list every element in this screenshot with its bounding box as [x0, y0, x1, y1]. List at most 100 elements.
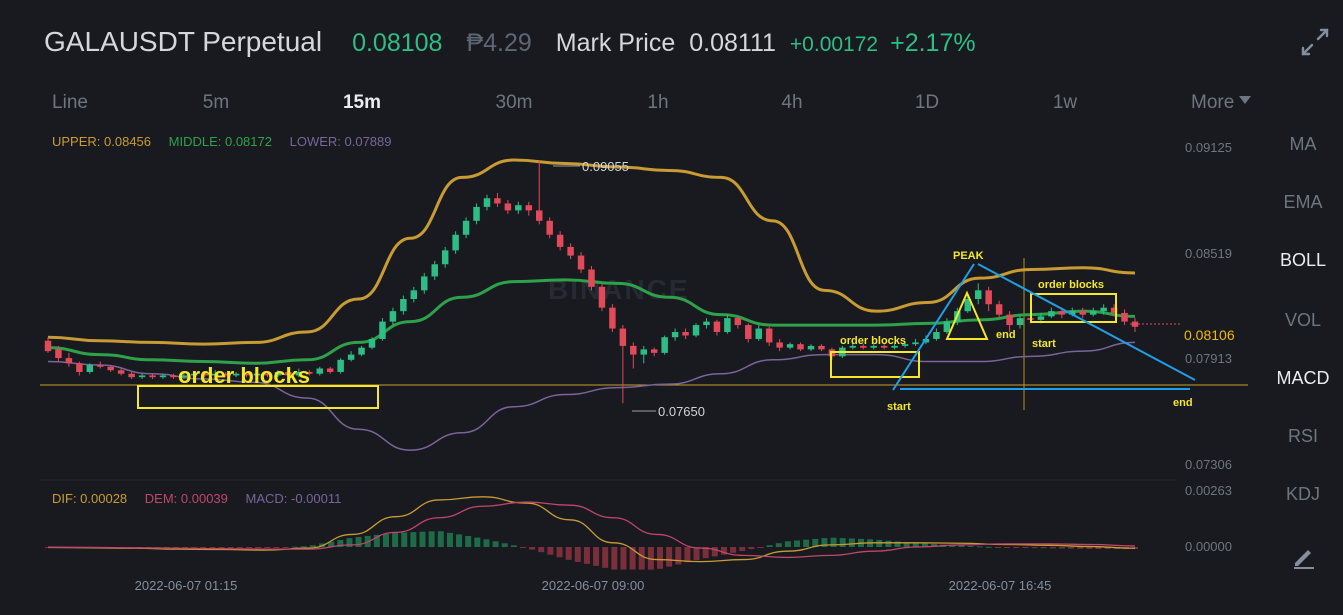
- candle-body: [1016, 318, 1024, 326]
- candle: [389, 307, 397, 326]
- candle-body: [1131, 321, 1139, 327]
- candle-body: [159, 375, 167, 378]
- candle-body: [734, 318, 742, 326]
- candle-body: [1079, 311, 1086, 315]
- candle: [807, 344, 815, 352]
- macd-histogram-bar: [885, 540, 892, 547]
- candle-body: [682, 332, 689, 336]
- candle-body: [1100, 307, 1107, 312]
- macd-histogram-bar: [766, 545, 773, 547]
- candle-body: [525, 205, 533, 211]
- candle-body: [504, 203, 512, 211]
- macd-histogram-bar: [355, 536, 362, 547]
- candle-body: [818, 345, 825, 350]
- macd-histogram-bar: [291, 546, 298, 548]
- candle-body: [1048, 311, 1055, 317]
- candle: [65, 352, 73, 367]
- candle: [504, 199, 512, 214]
- candle: [410, 286, 418, 303]
- candle-body: [692, 325, 700, 336]
- candle-body: [985, 290, 992, 305]
- candle-body: [400, 299, 407, 312]
- candle: [379, 318, 386, 341]
- macd-dem-line: [47, 501, 1136, 559]
- macd-histogram-bar: [684, 547, 691, 563]
- candle: [138, 373, 146, 379]
- candle-body: [44, 340, 52, 352]
- macd-histogram-bar: [958, 545, 965, 547]
- candle: [786, 342, 794, 350]
- candle-body: [138, 375, 146, 378]
- candle-body: [107, 366, 114, 371]
- candle: [765, 326, 773, 346]
- candle: [494, 193, 501, 207]
- macd-histogram-bar: [848, 538, 855, 547]
- candle-body: [703, 321, 710, 326]
- candle-body: [640, 349, 647, 355]
- boll-middle-line: [47, 278, 1136, 365]
- candle-body: [995, 304, 1003, 315]
- macd-histogram-bar: [757, 547, 764, 548]
- candle-body: [452, 234, 459, 251]
- end-label: end: [1173, 397, 1193, 409]
- macd-axis-label: 0.00000: [1185, 539, 1232, 554]
- macd-histogram-bar: [510, 545, 517, 547]
- candle: [713, 319, 721, 336]
- candle: [734, 316, 742, 329]
- candle-body: [661, 337, 668, 353]
- macd-histogram-bar: [593, 547, 600, 566]
- candle-body: [462, 220, 470, 235]
- macd-histogram-bar: [784, 541, 791, 547]
- candle: [421, 272, 428, 294]
- macd-histogram-bar: [638, 547, 645, 570]
- candle: [473, 203, 480, 225]
- candle: [567, 243, 574, 260]
- macd-histogram-bar: [1077, 547, 1084, 549]
- trendline-up: [892, 263, 975, 391]
- candle-body: [1089, 311, 1097, 315]
- candle-body: [431, 264, 438, 277]
- macd-histogram-bar: [282, 547, 289, 548]
- candle-body: [316, 368, 323, 374]
- candle-body: [347, 354, 355, 360]
- candle-body: [577, 255, 585, 270]
- macd-histogram-bar: [976, 546, 983, 548]
- candle: [347, 351, 355, 362]
- price-axis-label: 0.07306: [1185, 457, 1232, 472]
- candle-body: [410, 290, 418, 300]
- candle-body: [65, 358, 73, 364]
- macd-histogram-bar: [1022, 547, 1029, 548]
- candle-body: [76, 363, 83, 372]
- start-label: start: [1032, 338, 1056, 350]
- candle-body: [933, 332, 940, 339]
- macd-histogram-bar: [830, 537, 837, 547]
- candle-body: [609, 307, 616, 329]
- macd-histogram-bar: [739, 547, 746, 552]
- macd-histogram-bar: [1031, 547, 1038, 549]
- macd-histogram-bar: [209, 547, 216, 548]
- candle-body: [1121, 312, 1128, 322]
- candle-body: [473, 206, 480, 221]
- price-chart[interactable]: 0.09055 0.07650 order blocks order blocks o…: [0, 0, 1343, 615]
- candle-body: [671, 332, 679, 338]
- order-block-box: [137, 385, 379, 409]
- candle: [400, 295, 407, 315]
- candle-body: [1058, 311, 1066, 315]
- candle-body: [358, 347, 365, 355]
- peak-label: PEAK: [953, 250, 984, 262]
- candle-body: [128, 373, 135, 378]
- candle: [1131, 318, 1139, 333]
- current-price-tag: 0.08106: [1180, 327, 1239, 343]
- candle: [1079, 307, 1086, 319]
- candle: [724, 314, 731, 334]
- macd-histogram-bar: [264, 547, 271, 548]
- macd-histogram-bar: [1004, 547, 1011, 548]
- candle: [117, 368, 125, 376]
- macd-histogram-bar: [483, 539, 490, 547]
- candle-body: [483, 198, 491, 207]
- macd-histogram-bar: [547, 547, 554, 555]
- candle: [776, 338, 783, 352]
- macd-histogram-bar: [492, 541, 499, 547]
- candle: [650, 347, 658, 357]
- macd-histogram-bar: [1049, 547, 1056, 549]
